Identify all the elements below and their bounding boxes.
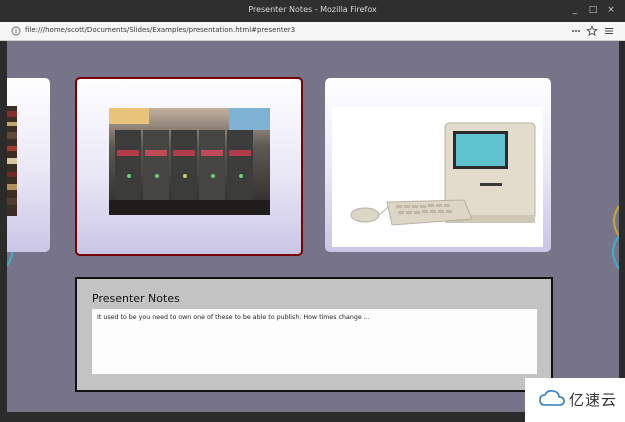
minimize-button[interactable]: _	[569, 4, 581, 16]
maximize-button[interactable]: □	[587, 4, 599, 16]
info-icon[interactable]	[11, 26, 21, 36]
watermark-text: 亿速云	[569, 391, 618, 409]
previous-slide[interactable]	[7, 78, 50, 252]
url-bar[interactable]: file:///home/scott/Documents/Slides/Exam…	[0, 22, 625, 41]
next-slide[interactable]	[325, 78, 551, 252]
current-slide[interactable]	[75, 77, 303, 256]
ellipsis-icon[interactable]	[570, 25, 582, 37]
bookshelf-image	[7, 106, 17, 216]
notes-text-box: It used to be you need to own one of the…	[92, 309, 537, 374]
notes-heading: Presenter Notes	[92, 292, 180, 305]
macintosh-computer-image	[332, 107, 543, 247]
decorative-lines-right	[612, 205, 619, 270]
watermark: 亿速云	[525, 378, 625, 422]
close-button[interactable]: ×	[605, 4, 617, 16]
printing-press-image	[109, 108, 270, 215]
hamburger-icon[interactable]	[603, 25, 615, 37]
cloud-logo-icon	[539, 390, 565, 406]
window-title: Presenter Notes - Mozilla Firefox	[248, 5, 377, 14]
notes-text: It used to be you need to own one of the…	[97, 314, 370, 321]
presenter-notes-panel: Presenter Notes It used to be you need t…	[75, 277, 553, 392]
url-text[interactable]: file:///home/scott/Documents/Slides/Exam…	[25, 26, 295, 34]
presenter-view: Presenter Notes It used to be you need t…	[7, 41, 619, 412]
window-titlebar: Presenter Notes - Mozilla Firefox _ □ ×	[0, 0, 625, 22]
star-icon[interactable]	[586, 25, 598, 37]
